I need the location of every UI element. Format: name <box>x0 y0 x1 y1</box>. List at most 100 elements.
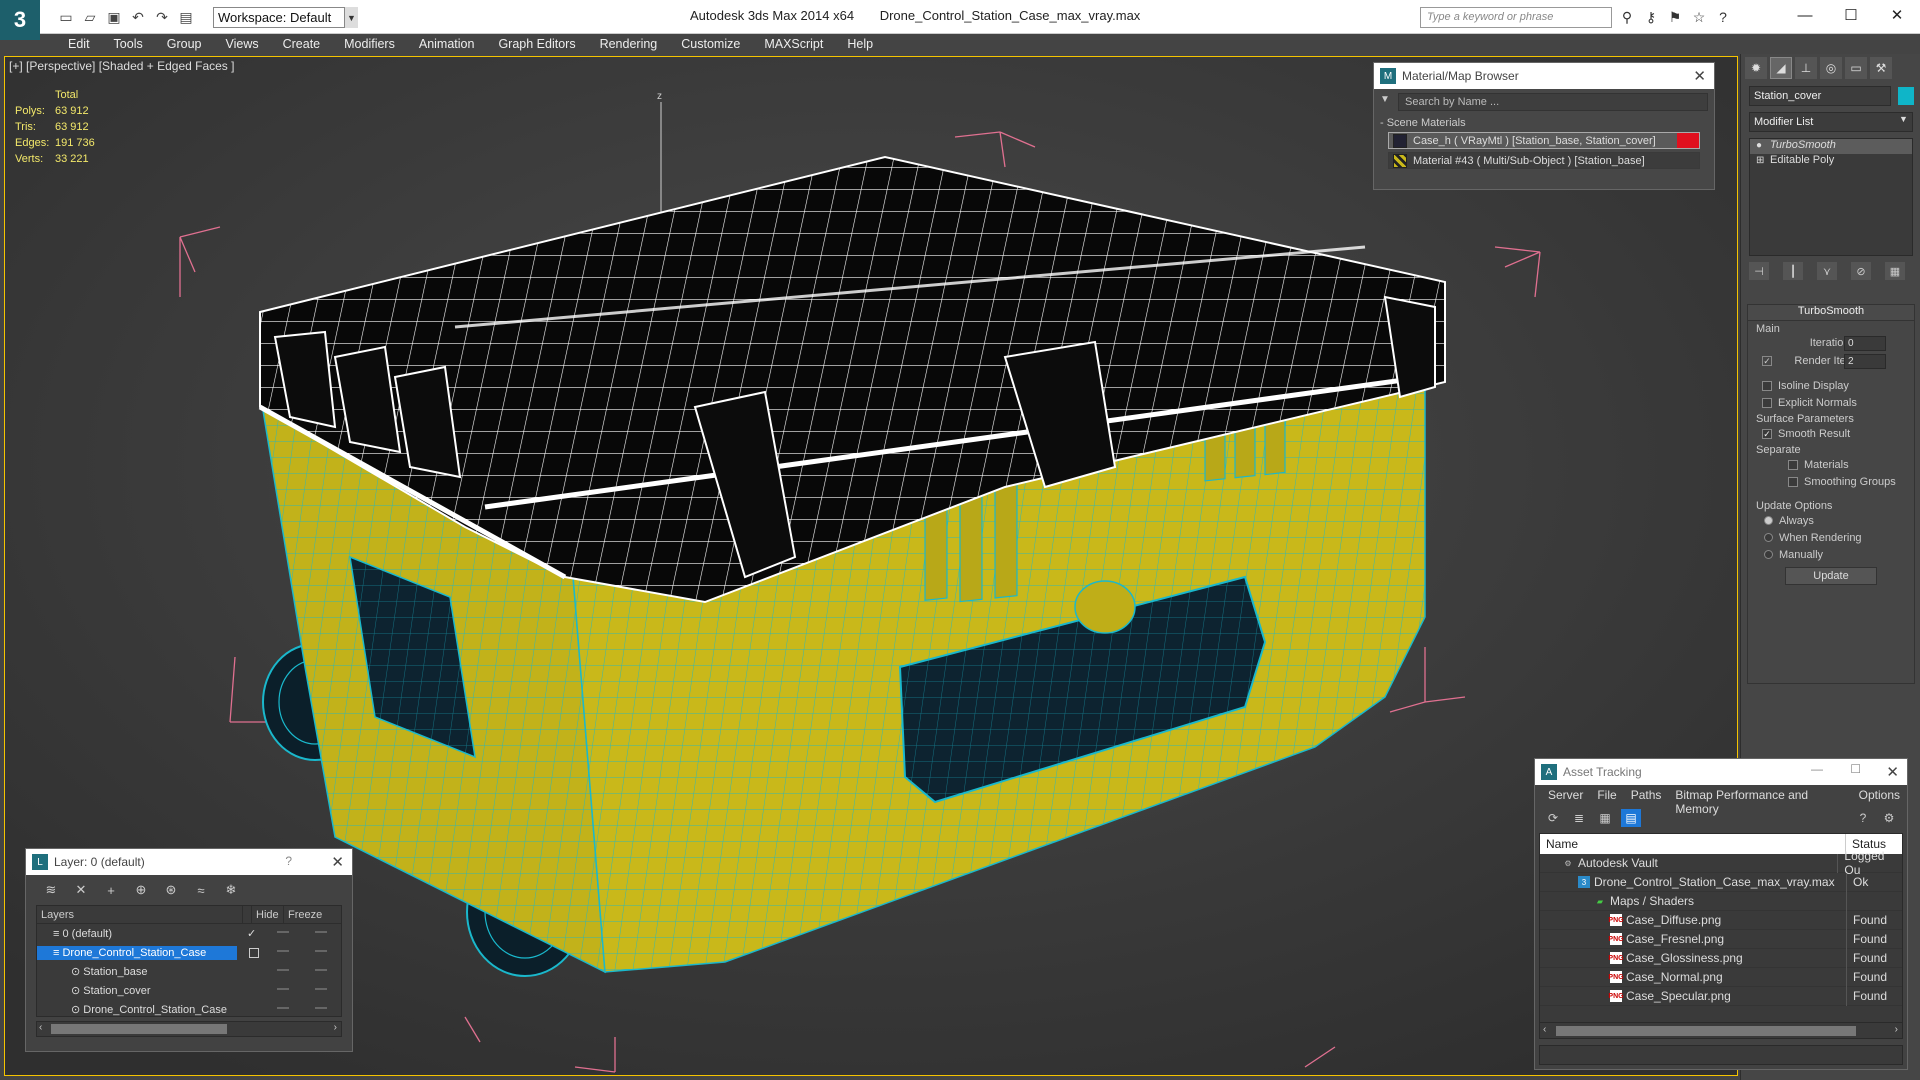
chevron-down-icon[interactable]: ▼ <box>344 7 358 28</box>
menu-views[interactable]: Views <box>213 34 270 54</box>
search-input[interactable]: Type a keyword or phrase <box>1420 7 1612 28</box>
scroll-right-icon[interactable]: › <box>334 1022 337 1033</box>
object-row[interactable]: ⊙ Drone_Control_Station_Case <box>37 1000 341 1019</box>
hierarchy-tab-icon[interactable]: ⊥ <box>1795 57 1817 79</box>
show-end-result-icon[interactable]: ┃ <box>1783 262 1803 280</box>
viewport-label[interactable]: [+] [Perspective] [Shaded + Edged Faces … <box>9 59 234 73</box>
column-layers[interactable]: Layers <box>37 906 243 923</box>
menu-edit[interactable]: Edit <box>56 34 102 54</box>
maximize-icon[interactable]: ☐ <box>1850 762 1861 776</box>
asset-row[interactable]: 3 Drone_Control_Station_Case_max_vray.max… <box>1540 872 1902 892</box>
delete-layer-icon[interactable]: ✕ <box>72 881 90 899</box>
configure-sets-icon[interactable]: ▦ <box>1885 262 1905 280</box>
asset-row[interactable]: PNG Case_Specular.png Found <box>1540 986 1902 1006</box>
close-icon[interactable]: ✕ <box>331 853 344 871</box>
panel-title[interactable]: L Layer: 0 (default) ? ✕ <box>26 849 352 875</box>
smoothing-groups-checkbox[interactable]: Smoothing Groups <box>1748 473 1914 490</box>
close-icon[interactable]: ✕ <box>1693 67 1706 85</box>
options-chevron-icon[interactable]: ▼ <box>1380 94 1390 105</box>
asset-row[interactable]: PNG Case_Glossiness.png Found <box>1540 948 1902 968</box>
highlight-layer-icon[interactable]: ⊛ <box>162 881 180 899</box>
communication-icon[interactable]: ⚑ <box>1666 7 1684 27</box>
panel-title[interactable]: A Asset Tracking — ☐ ✕ <box>1535 759 1907 785</box>
object-row[interactable]: ⊙ Station_base <box>37 962 341 981</box>
maximize-icon[interactable]: ☐ <box>1828 0 1874 30</box>
panel-title[interactable]: M Material/Map Browser ✕ <box>1374 63 1714 89</box>
scroll-left-icon[interactable]: ‹ <box>39 1022 42 1033</box>
asset-row[interactable]: PNG Case_Fresnel.png Found <box>1540 929 1902 949</box>
table-view-icon[interactable]: ▦ <box>1595 809 1615 827</box>
material-item[interactable]: Case_h ( VRayMtl ) [Station_base, Statio… <box>1388 132 1700 149</box>
horizontal-scrollbar[interactable]: ‹ › <box>36 1021 342 1037</box>
menu-rendering[interactable]: Rendering <box>588 34 670 54</box>
modifier-list-dropdown[interactable]: Modifier List <box>1749 112 1913 132</box>
scrollbar-thumb[interactable] <box>51 1024 227 1034</box>
pin-stack-icon[interactable]: ⊣ <box>1749 262 1769 280</box>
menu-customize[interactable]: Customize <box>669 34 752 54</box>
star-icon[interactable]: ☆ <box>1690 7 1708 27</box>
menu-group[interactable]: Group <box>155 34 214 54</box>
save-icon[interactable]: ▣ <box>104 7 124 27</box>
menu-create[interactable]: Create <box>271 34 333 54</box>
update-button[interactable]: Update <box>1785 567 1877 585</box>
chevron-down-icon[interactable]: ▼ <box>1899 114 1908 124</box>
object-color-swatch[interactable] <box>1898 87 1914 105</box>
scrollbar-thumb[interactable] <box>1556 1026 1856 1036</box>
menu-graph-editors[interactable]: Graph Editors <box>486 34 587 54</box>
stack-item-editable-poly[interactable]: ⊞ Editable Poly <box>1750 154 1912 169</box>
menu-modifiers[interactable]: Modifiers <box>332 34 407 54</box>
scroll-left-icon[interactable]: ‹ <box>1543 1024 1546 1035</box>
create-layer-icon[interactable]: ≋ <box>42 881 60 899</box>
minimize-icon[interactable]: — <box>1811 762 1823 776</box>
render-iters-checkbox[interactable]: ✓ <box>1762 356 1772 366</box>
undo-icon[interactable]: ↶ <box>128 7 148 27</box>
hide-all-icon[interactable]: ≈ <box>192 881 210 899</box>
manually-radio[interactable]: Manually <box>1748 546 1914 563</box>
help-icon[interactable]: ? <box>1853 809 1873 827</box>
layer-row[interactable]: ≡ 0 (default) ✓ <box>37 924 341 943</box>
motion-tab-icon[interactable]: ◎ <box>1820 57 1842 79</box>
expand-icon[interactable]: ⊞ <box>1756 155 1764 166</box>
menu-tools[interactable]: Tools <box>102 34 155 54</box>
explicit-normals-checkbox[interactable]: Explicit Normals <box>1748 394 1914 411</box>
close-icon[interactable]: ✕ <box>1886 763 1899 781</box>
settings-icon[interactable]: ⚙ <box>1879 809 1899 827</box>
menu-maxscript[interactable]: MAXScript <box>752 34 835 54</box>
smooth-result-checkbox[interactable]: ✓ Smooth Result <box>1748 425 1914 442</box>
project-folder-icon[interactable]: ▤ <box>176 7 196 27</box>
workspace-dropdown[interactable]: Workspace: Default <box>213 7 358 28</box>
menu-help[interactable]: Help <box>835 34 885 54</box>
app-logo-icon[interactable]: 3 <box>0 0 40 40</box>
binoculars-icon[interactable]: ⚲ <box>1618 7 1636 27</box>
always-radio[interactable]: Always <box>1748 512 1914 529</box>
column-freeze[interactable]: Freeze <box>284 906 324 923</box>
scroll-right-icon[interactable]: › <box>1895 1024 1898 1035</box>
menu-bitmap-performance[interactable]: Bitmap Performance and Memory <box>1668 785 1851 816</box>
new-file-icon[interactable]: ▭ <box>56 7 76 27</box>
open-file-icon[interactable]: ▱ <box>80 7 100 27</box>
isoline-checkbox[interactable]: Isoline Display <box>1748 377 1914 394</box>
refresh-icon[interactable]: ⟳ <box>1543 809 1563 827</box>
menu-options[interactable]: Options <box>1852 785 1907 805</box>
render-iters-spinner[interactable]: 2 <box>1844 354 1886 369</box>
create-tab-icon[interactable]: ✹ <box>1745 57 1767 79</box>
help-icon[interactable]: ? <box>1714 7 1732 27</box>
iterations-spinner[interactable]: 0 <box>1844 336 1886 351</box>
horizontal-scrollbar[interactable]: ‹ › <box>1540 1022 1902 1038</box>
material-search-input[interactable]: Search by Name ... <box>1398 93 1708 111</box>
object-name-field[interactable]: Station_cover <box>1749 86 1891 106</box>
column-name[interactable]: Name <box>1540 834 1846 854</box>
scene-materials-section[interactable]: - Scene Materials <box>1380 117 1704 129</box>
display-tab-icon[interactable]: ▭ <box>1845 57 1867 79</box>
minimize-icon[interactable]: — <box>1782 0 1828 30</box>
make-unique-icon[interactable]: ⋎ <box>1817 262 1837 280</box>
add-to-layer-icon[interactable]: + <box>102 881 120 899</box>
asset-row[interactable]: ⚙ Autodesk Vault Logged Ou <box>1540 849 1902 877</box>
lightbulb-icon[interactable]: ● <box>1756 140 1762 151</box>
when-rendering-radio[interactable]: When Rendering <box>1748 529 1914 546</box>
asset-row[interactable]: ▰ Maps / Shaders <box>1540 891 1902 911</box>
rollout-title[interactable]: TurboSmooth <box>1748 305 1914 321</box>
select-objects-icon[interactable]: ⊕ <box>132 881 150 899</box>
menu-file[interactable]: File <box>1590 785 1623 805</box>
stack-item-turbosmooth[interactable]: ● TurboSmooth <box>1750 139 1912 154</box>
